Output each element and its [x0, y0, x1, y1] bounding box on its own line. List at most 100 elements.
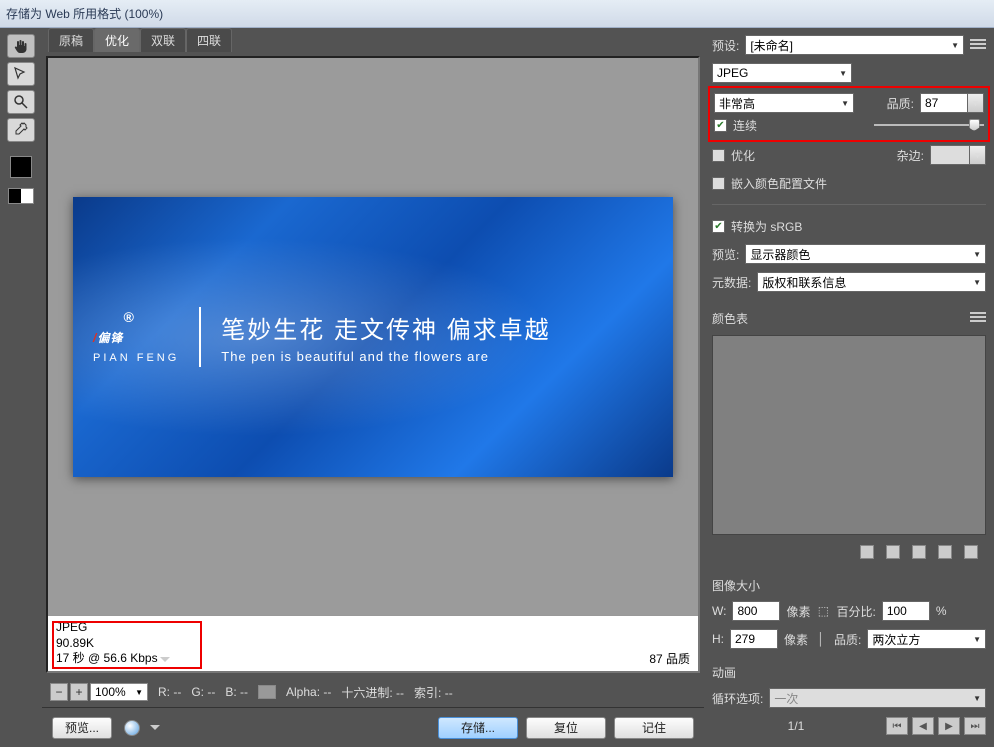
info-download-time: 17 秒 @ 56.6 Kbps — [56, 651, 158, 665]
status-b: B: -- — [225, 685, 248, 699]
width-label: W: — [712, 604, 726, 618]
color-swap-icon[interactable] — [8, 188, 34, 204]
dialog-footer: 预览... 存储... 复位 记住 — [42, 707, 704, 747]
metadata-label: 元数据: — [712, 274, 751, 291]
preview-area: /偏锋® PIAN FENG 笔妙生花 走文传神 偏求卓越 The pen is… — [46, 56, 700, 673]
reset-button[interactable]: 复位 — [526, 717, 606, 739]
matte-dropdown-icon: ▼ — [970, 145, 986, 165]
eyedropper-tool[interactable] — [7, 118, 35, 142]
tab-4up[interactable]: 四联 — [186, 28, 232, 52]
link-icon[interactable]: ⬚ — [816, 602, 830, 620]
progressive-checkbox[interactable]: ✔ — [714, 119, 727, 132]
next-frame-button: ▶ — [938, 717, 960, 735]
preview-profile-select[interactable]: 显示器颜色▼ — [745, 244, 986, 264]
tab-2up[interactable]: 双联 — [140, 28, 186, 52]
srgb-checkbox[interactable]: ✔ — [712, 220, 725, 233]
optimize-checkbox — [712, 149, 725, 162]
ct-lock-icon[interactable] — [912, 545, 926, 559]
browser-flyout-icon[interactable] — [148, 723, 162, 733]
info-filesize: 90.89K — [56, 636, 172, 652]
prev-frame-button: ◀ — [912, 717, 934, 735]
frame-counter: 1/1 — [712, 719, 880, 733]
ct-snap-icon[interactable] — [860, 545, 874, 559]
info-flyout-icon[interactable] — [158, 655, 172, 665]
status-alpha: Alpha: -- — [286, 685, 331, 699]
foreground-color-swatch[interactable] — [10, 156, 32, 178]
percent-input[interactable]: 100 — [882, 601, 930, 621]
width-input[interactable]: 800 — [732, 601, 780, 621]
tab-original[interactable]: 原稿 — [48, 28, 94, 52]
logo-registered-icon: ® — [123, 309, 134, 325]
first-frame-button: ⏮ — [886, 717, 908, 735]
matte-label: 杂边: — [897, 147, 924, 164]
embed-profile-checkbox — [712, 177, 725, 190]
status-index: 索引: -- — [414, 684, 453, 701]
logo-divider — [199, 307, 201, 367]
slogan-en: The pen is beautiful and the flowers are — [221, 349, 550, 364]
window-title: 存储为 Web 所用格式 (100%) — [6, 5, 163, 22]
title-bar: 存储为 Web 所用格式 (100%) — [0, 0, 994, 28]
zoom-out-button[interactable]: − — [50, 683, 68, 701]
percent-unit: % — [936, 604, 947, 618]
last-frame-button: ⏭ — [964, 717, 986, 735]
preset-label: 预设: — [712, 37, 739, 54]
preset-select[interactable]: [未命名]▼ — [745, 35, 964, 55]
preview-image: /偏锋® PIAN FENG 笔妙生花 走文传神 偏求卓越 The pen is… — [73, 197, 673, 477]
tab-optimized[interactable]: 优化 — [94, 28, 140, 52]
hand-tool[interactable] — [7, 34, 35, 58]
preview-info-bar: JPEG 90.89K 17 秒 @ 56.6 Kbps 87 品质 — [48, 615, 698, 671]
progressive-label: 连续 — [733, 117, 757, 134]
percent-label: 百分比: — [836, 603, 875, 620]
info-quality: 87 品质 — [649, 650, 690, 667]
ct-cube-icon[interactable] — [886, 545, 900, 559]
settings-panel: 预设: [未命名]▼ JPEG▼ 非常高▼ 品质: 87 ▼ ✔ 连续 — [704, 28, 994, 747]
imagesize-label: 图像大小 — [712, 577, 986, 594]
srgb-label: 转换为 sRGB — [731, 218, 802, 235]
status-color-swatch — [258, 685, 276, 699]
quality-highlight-box: 非常高▼ 品质: 87 ▼ ✔ 连续 — [708, 86, 990, 142]
slogan-cn: 笔妙生花 走文传神 偏求卓越 — [221, 310, 550, 345]
preview-profile-label: 预览: — [712, 246, 739, 263]
resample-select[interactable]: 两次立方▼ — [867, 629, 986, 649]
colortable-menu-icon[interactable] — [970, 312, 986, 324]
ct-trash-icon[interactable] — [964, 545, 978, 559]
zoom-tool[interactable] — [7, 90, 35, 114]
embed-profile-label: 嵌入颜色配置文件 — [731, 175, 827, 192]
preview-canvas[interactable]: /偏锋® PIAN FENG 笔妙生花 走文传神 偏求卓越 The pen is… — [48, 58, 698, 615]
animation-label: 动画 — [712, 664, 986, 681]
preset-menu-icon[interactable] — [970, 39, 986, 51]
quality-slider[interactable] — [874, 115, 984, 135]
height-unit: 像素 — [784, 631, 808, 648]
status-r: R: -- — [158, 685, 181, 699]
logo-pinyin: PIAN FENG — [93, 352, 179, 364]
width-unit: 像素 — [786, 603, 810, 620]
left-toolbar — [0, 28, 42, 747]
resample-label: 品质: — [834, 631, 861, 648]
format-select[interactable]: JPEG▼ — [712, 63, 852, 83]
height-input[interactable]: 279 — [730, 629, 778, 649]
view-tabs: 原稿 优化 双联 四联 — [42, 28, 704, 52]
quality-preset-select[interactable]: 非常高▼ — [714, 93, 854, 113]
quality-label: 品质: — [887, 95, 914, 112]
preview-button[interactable]: 预览... — [52, 717, 112, 739]
zoom-in-button[interactable]: + — [70, 683, 88, 701]
status-hex: 十六进制: -- — [341, 684, 404, 701]
quality-input[interactable]: 87 — [920, 93, 968, 113]
browser-preview-icon[interactable] — [124, 720, 140, 736]
zoom-select[interactable]: 100%▼ — [90, 683, 148, 701]
loop-select: 一次▼ — [769, 688, 986, 708]
save-button[interactable]: 存储... — [438, 717, 518, 739]
colortable-toolbar — [712, 541, 986, 563]
info-format: JPEG — [56, 620, 172, 636]
matte-swatch — [930, 145, 970, 165]
loop-label: 循环选项: — [712, 690, 763, 707]
height-label: H: — [712, 632, 724, 646]
status-g: G: -- — [191, 685, 215, 699]
colortable-label: 颜色表 — [712, 310, 748, 327]
logo-cn: 偏锋 — [97, 331, 123, 345]
slice-select-tool[interactable] — [7, 62, 35, 86]
remember-button[interactable]: 记住 — [614, 717, 694, 739]
metadata-select[interactable]: 版权和联系信息▼ — [757, 272, 986, 292]
quality-dropdown-icon[interactable]: ▼ — [968, 93, 984, 113]
ct-new-icon[interactable] — [938, 545, 952, 559]
